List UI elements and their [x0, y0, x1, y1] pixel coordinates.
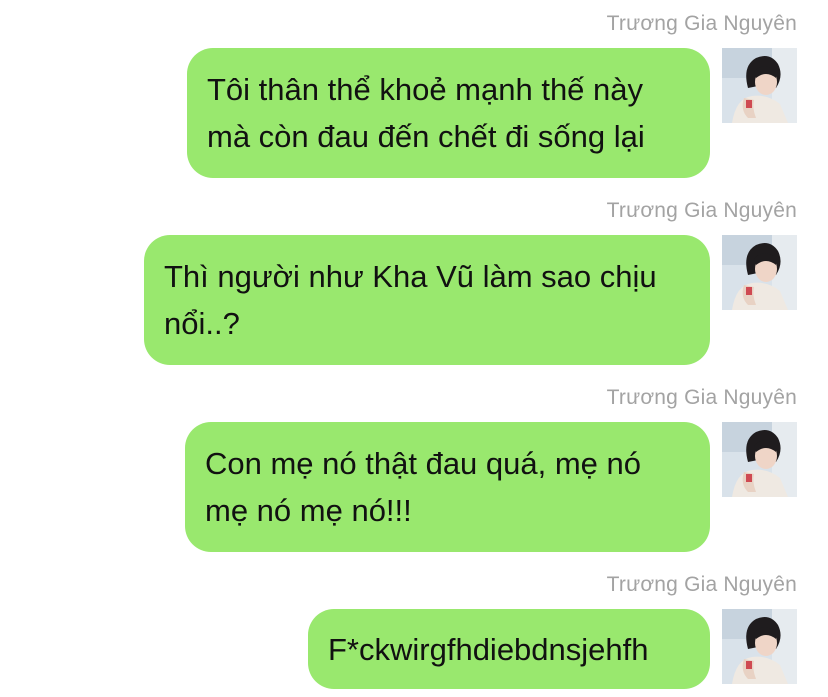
sender-name: Trương Gia Nguyên — [606, 573, 797, 596]
avatar-photo — [722, 422, 797, 497]
message-text: F*ckwirgfhdiebdnsjehfh — [328, 631, 649, 667]
sender-name: Trương Gia Nguyên — [606, 199, 797, 222]
message-bubble[interactable]: F*ckwirgfhdiebdnsjehfh — [308, 609, 710, 689]
message-text: Thì người như Kha Vũ làm sao chịu nổi..? — [164, 259, 657, 341]
avatar[interactable] — [722, 48, 797, 123]
message-text: Con mẹ nó thật đau quá, mẹ nó mẹ nó mẹ n… — [205, 446, 642, 528]
sender-name: Trương Gia Nguyên — [606, 386, 797, 409]
chat-thread: Trương Gia Nguyên Tôi thân thể khoẻ mạnh… — [0, 0, 828, 697]
message-bubble[interactable]: Tôi thân thể khoẻ mạnh thế này mà còn đa… — [187, 48, 710, 178]
message-text: Tôi thân thể khoẻ mạnh thế này mà còn đa… — [207, 72, 645, 154]
avatar[interactable] — [722, 422, 797, 497]
avatar-photo — [722, 609, 797, 684]
message-bubble[interactable]: Thì người như Kha Vũ làm sao chịu nổi..? — [144, 235, 710, 365]
avatar[interactable] — [722, 609, 797, 684]
avatar[interactable] — [722, 235, 797, 310]
message-bubble[interactable]: Con mẹ nó thật đau quá, mẹ nó mẹ nó mẹ n… — [185, 422, 710, 552]
avatar-photo — [722, 235, 797, 310]
avatar-photo — [722, 48, 797, 123]
sender-name: Trương Gia Nguyên — [606, 12, 797, 35]
